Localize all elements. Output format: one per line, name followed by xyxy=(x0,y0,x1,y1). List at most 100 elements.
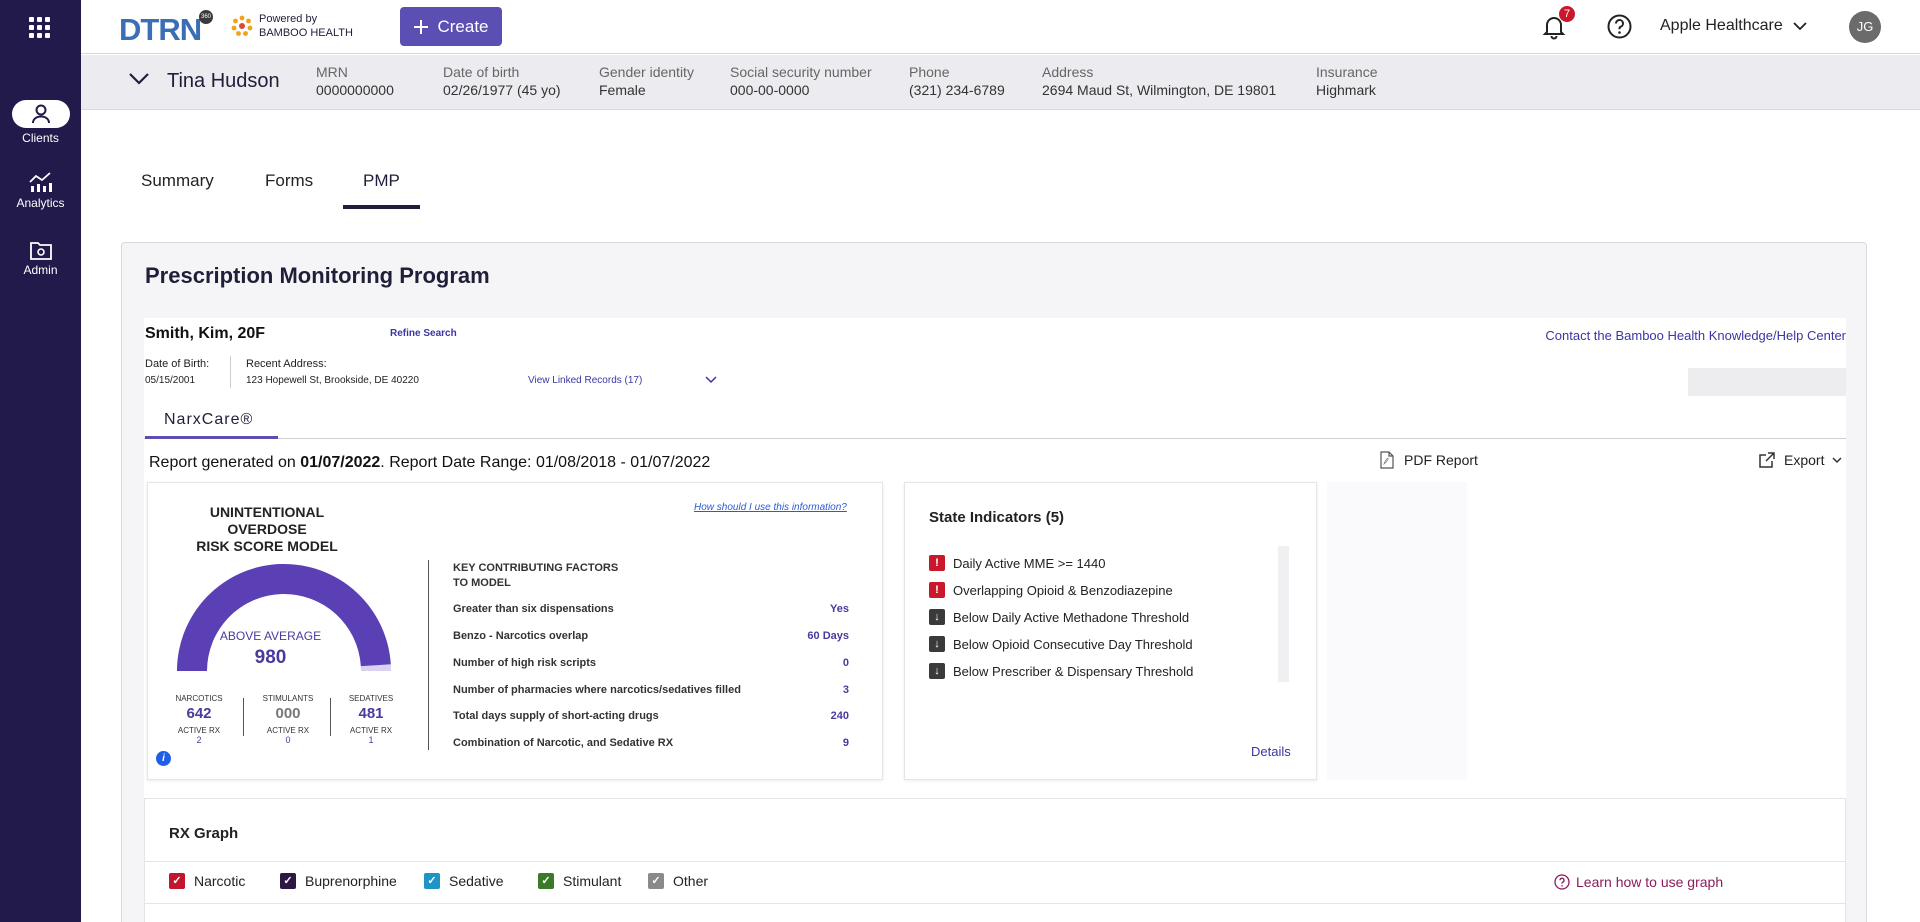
pdf-file-icon xyxy=(1380,451,1394,469)
legend-toggle-narcotic[interactable]: ✓ Narcotic xyxy=(169,873,245,889)
chevron-down-icon[interactable] xyxy=(705,376,717,384)
field-value: (321) 234-6789 xyxy=(909,82,1005,98)
subject-dob-value: 05/15/2001 xyxy=(145,375,196,386)
create-button[interactable]: Create xyxy=(400,7,502,46)
legend-toggle-other[interactable]: ✓ Other xyxy=(648,873,708,889)
state-indicator-item: ↓ Below Prescriber & Dispensary Threshold xyxy=(929,663,1193,679)
how-to-use-info-link[interactable]: How should I use this information? xyxy=(694,502,847,513)
field-value: Female xyxy=(599,82,646,98)
sidebar-item-clients[interactable]: Clients xyxy=(0,100,81,145)
field-value: 02/26/1977 (45 yo) xyxy=(443,82,561,98)
key-factors-title-line1: KEY CONTRIBUTING FACTORS xyxy=(453,562,619,574)
drug-score: 481 xyxy=(358,705,384,722)
sidebar-item-label: Clients xyxy=(22,131,59,145)
rx-graph-card: RX Graph ✓ Narcotic ✓ Buprenorphine ✓ Sedat… xyxy=(144,798,1846,922)
down-arrow-icon: ↓ xyxy=(929,663,945,679)
legend-label: Other xyxy=(673,873,709,889)
indicator-label: Below Opioid Consecutive Day Threshold xyxy=(953,636,1193,652)
sidebar-item-label: Analytics xyxy=(16,196,65,210)
state-indicator-item: ↓ Below Daily Active Methadone Threshold xyxy=(929,609,1189,625)
drug-name: NARCOTICS xyxy=(175,694,223,703)
tab-narxcare[interactable]: NarxCare® xyxy=(164,411,253,429)
legend-label: Stimulant xyxy=(563,873,622,889)
factor-row: Number of high risk scripts 0 xyxy=(453,657,849,669)
active-rx-count: 1 xyxy=(368,735,374,745)
org-switcher[interactable]: Apple Healthcare xyxy=(1660,17,1807,35)
patient-name: Tina Hudson xyxy=(167,70,280,92)
divider xyxy=(145,903,1845,904)
indicator-label: Below Prescriber & Dispensary Threshold xyxy=(953,663,1194,679)
factor-row: Total days supply of short-acting drugs 2… xyxy=(453,710,849,722)
bamboo-logo-icon xyxy=(231,15,253,36)
legend-toggle-buprenorphine[interactable]: ✓ Buprenorphine xyxy=(280,873,397,889)
patient-field-gender: Gender identity Female xyxy=(599,64,694,98)
checkbox-checked-icon: ✓ xyxy=(280,873,296,889)
help-icon[interactable] xyxy=(1606,13,1633,45)
logo-badge: 360 xyxy=(199,10,213,24)
drug-score-stimulants: STIMULANTS 000 ACTIVE RX 0 xyxy=(253,694,323,745)
tab-forms[interactable]: Forms xyxy=(265,163,313,205)
learn-graph-link[interactable]: Learn how to use graph xyxy=(1554,874,1723,890)
active-rx-label: ACTIVE RX xyxy=(349,726,393,735)
drug-name: SEDATIVES xyxy=(348,694,394,703)
factor-label: Number of high risk scripts xyxy=(453,657,597,669)
learn-graph-label: Learn how to use graph xyxy=(1576,874,1724,890)
export-menu[interactable]: Export xyxy=(1758,451,1842,469)
chevron-down-icon xyxy=(1793,21,1807,30)
legend-label: Narcotic xyxy=(194,873,246,889)
chevron-down-icon xyxy=(1832,456,1842,463)
state-indicator-item: ! Overlapping Opioid & Benzodiazepine xyxy=(929,582,1173,598)
scrollbar[interactable] xyxy=(1278,546,1289,682)
tab-summary[interactable]: Summary xyxy=(141,163,214,205)
field-value: 000-00-0000 xyxy=(730,82,810,98)
factor-row: Benzo - Narcotics overlap 60 Days xyxy=(453,630,849,642)
risk-model-title: UNINTENTIONAL OVERDOSE RISK SCORE MODEL xyxy=(172,504,362,555)
state-indicators-card: State Indicators (5) ! Daily Active MME >… xyxy=(904,482,1317,780)
sidebar-item-analytics[interactable]: Analytics xyxy=(0,170,81,210)
pdf-report-button[interactable]: PDF Report xyxy=(1380,451,1478,469)
tab-pmp[interactable]: PMP xyxy=(363,163,400,205)
sidebar-item-admin[interactable]: Admin xyxy=(0,239,81,277)
subject-dob-label: Date of Birth: xyxy=(145,358,210,370)
patient-field-address: Address 2694 Maud St, Wilmington, DE 198… xyxy=(1042,64,1276,98)
factor-value: 240 xyxy=(830,710,849,722)
down-arrow-icon: ↓ xyxy=(929,609,945,625)
factor-value: Yes xyxy=(830,603,849,615)
collapse-chevron-icon[interactable] xyxy=(128,72,150,86)
indicator-label: Daily Active MME >= 1440 xyxy=(953,555,1106,571)
pmp-panel: Prescription Monitoring Program Smith, K… xyxy=(121,242,1867,922)
powered-by-label: Powered by xyxy=(259,13,318,25)
patient-banner: Tina Hudson MRN 0000000000 Date of birth… xyxy=(81,55,1920,110)
alert-icon: ! xyxy=(929,582,945,598)
divider xyxy=(230,356,231,388)
factor-value: 0 xyxy=(842,657,849,669)
subject-name: Smith, Kim, 20F xyxy=(145,325,266,342)
view-linked-records-link[interactable]: View Linked Records (17) xyxy=(528,375,642,386)
patient-field-ssn: Social security number 000-00-0000 xyxy=(730,64,872,98)
contact-help-center-link[interactable]: Contact the Bamboo Health Knowledge/Help… xyxy=(1545,328,1846,343)
user-avatar[interactable]: JG xyxy=(1849,11,1881,43)
refine-search-link[interactable]: Refine Search xyxy=(390,328,457,339)
apps-grid-icon[interactable] xyxy=(29,17,53,38)
factor-label: Number of pharmacies where narcotics/sed… xyxy=(453,684,741,696)
field-label: Gender identity xyxy=(599,64,694,80)
info-icon[interactable]: i xyxy=(156,751,171,766)
report-prefix: Report generated on xyxy=(149,454,301,471)
risk-model-title-line1: UNINTENTIONAL OVERDOSE xyxy=(209,504,325,537)
field-label: Social security number xyxy=(730,64,872,80)
state-indicators-title: State Indicators (5) xyxy=(929,509,1065,526)
details-link[interactable]: Details xyxy=(1251,744,1291,759)
alert-icon: ! xyxy=(929,555,945,571)
field-label: MRN xyxy=(316,64,348,80)
indicator-label: Below Daily Active Methadone Threshold xyxy=(953,609,1190,625)
field-value: 2694 Maud St, Wilmington, DE 19801 xyxy=(1042,82,1277,98)
empty-panel xyxy=(1327,482,1467,780)
legend-toggle-sedative[interactable]: ✓ Sedative xyxy=(424,873,503,889)
dtrn-logo[interactable]: DTRN xyxy=(119,12,202,48)
key-factors-title-line2: TO MODEL xyxy=(453,577,511,589)
plus-icon xyxy=(414,19,429,34)
risk-model-title-line2: RISK SCORE MODEL xyxy=(196,538,338,554)
legend-toggle-stimulant[interactable]: ✓ Stimulant xyxy=(538,873,621,889)
field-label: Date of birth xyxy=(443,64,520,80)
patient-field-mrn: MRN 0000000000 xyxy=(316,64,394,98)
